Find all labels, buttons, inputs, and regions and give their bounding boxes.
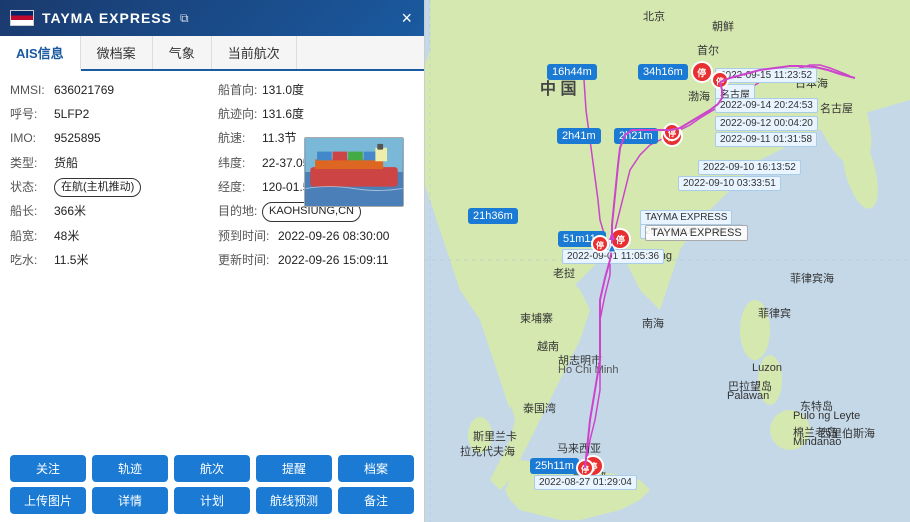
eta-value: 2022-09-26 08:30:00 <box>278 227 389 246</box>
event-1: 2022-09-15 11:23:52 <box>715 68 817 83</box>
cog-label: 航迹向: <box>218 105 262 124</box>
track-button[interactable]: 轨迹 <box>92 455 168 482</box>
lon-label: 经度: <box>218 178 262 197</box>
button-row-2: 上传图片 详情 计划 航线预测 备注 <box>10 487 414 514</box>
event-5: 2022-09-11 01:31:58 <box>715 132 817 147</box>
heading-value: 131.0度 <box>262 81 304 100</box>
event-7: 2022-09-10 03:33:51 <box>678 176 781 191</box>
button-area: 关注 轨迹 航次 提醒 档案 上传图片 详情 计划 航线预测 备注 <box>10 449 414 518</box>
type-value: 货船 <box>54 154 78 173</box>
info-left-col: MMSI: 636021769 呼号: 5LFP2 IMO: 9525895 类… <box>10 79 212 449</box>
imo-row: IMO: 9525895 <box>10 127 212 150</box>
lat-label: 纬度: <box>218 154 262 173</box>
ship-image <box>304 137 404 207</box>
note-button[interactable]: 备注 <box>338 487 414 514</box>
info-panel: TAYMA EXPRESS ⧉ × AIS信息 微档案 气象 当前航次 MMSI… <box>0 0 425 522</box>
event-4: 2022-09-12 00:04:20 <box>715 116 818 131</box>
event-tayma: TAYMA EXPRESS <box>640 210 732 225</box>
ais-content: MMSI: 636021769 呼号: 5LFP2 IMO: 9525895 类… <box>0 71 424 522</box>
length-value: 366米 <box>54 202 86 221</box>
info-grid: MMSI: 636021769 呼号: 5LFP2 IMO: 9525895 类… <box>10 79 414 449</box>
status-label: 状态: <box>10 178 54 197</box>
update-label: 更新时间: <box>218 251 278 270</box>
event-3: 2022-09-14 20:24:53 <box>715 98 818 113</box>
update-value: 2022-09-26 15:09:11 <box>278 251 389 270</box>
width-row: 船宽: 48米 <box>10 225 212 248</box>
panel-title: TAYMA EXPRESS <box>42 10 172 26</box>
event-singapore-date: 2022-08-27 01:29:04 <box>534 475 637 490</box>
speed-label: 航速: <box>218 129 262 148</box>
callsign-row: 呼号: 5LFP2 <box>10 103 212 126</box>
speed-value: 11.3节 <box>262 129 296 148</box>
eta-label: 预到时间: <box>218 227 278 246</box>
tabs-bar: AIS信息 微档案 气象 当前航次 <box>0 36 424 71</box>
archive-button[interactable]: 档案 <box>338 455 414 482</box>
draft-row: 吃水: 11.5米 <box>10 249 212 272</box>
imo-label: IMO: <box>10 129 54 148</box>
heading-label: 船首向: <box>218 81 262 100</box>
status-value: 在航(主机推动) <box>54 178 141 198</box>
type-label: 类型: <box>10 154 54 173</box>
tab-ais[interactable]: AIS信息 <box>0 36 81 71</box>
width-label: 船宽: <box>10 227 54 246</box>
event-6: 2022-09-10 16:13:52 <box>698 160 801 175</box>
mmsi-row: MMSI: 636021769 <box>10 79 212 102</box>
width-value: 48米 <box>54 227 79 246</box>
update-row: 更新时间: 2022-09-26 15:09:11 <box>218 249 414 272</box>
mmsi-value: 636021769 <box>54 81 114 100</box>
ship-ais-label: TAYMA EXPRESS <box>645 225 748 241</box>
close-button[interactable]: × <box>399 9 414 27</box>
flag-icon <box>10 10 34 26</box>
external-link-icon[interactable]: ⧉ <box>180 11 189 26</box>
event-hk-date: 2022-09-01 11:05:36 <box>562 249 664 264</box>
callsign-value: 5LFP2 <box>54 105 89 124</box>
follow-button[interactable]: 关注 <box>10 455 86 482</box>
eta-row: 预到时间: 2022-09-26 08:30:00 <box>218 225 414 248</box>
dest-label: 目的地: <box>218 202 262 221</box>
tab-profile[interactable]: 微档案 <box>81 36 153 69</box>
title-bar: TAYMA EXPRESS ⧉ × <box>0 0 424 36</box>
heading-row: 船首向: 131.0度 <box>218 79 414 102</box>
detail-button[interactable]: 详情 <box>92 487 168 514</box>
route-predict-button[interactable]: 航线预测 <box>256 487 332 514</box>
info-right-col: 船首向: 131.0度 航迹向: 131.6度 航速: 11.3节 纬度: 22… <box>212 79 414 449</box>
length-row: 船长: 366米 <box>10 200 212 223</box>
tab-weather[interactable]: 气象 <box>153 36 212 69</box>
remind-button[interactable]: 提醒 <box>256 455 332 482</box>
plan-button[interactable]: 计划 <box>174 487 250 514</box>
type-row: 类型: 货船 <box>10 152 212 175</box>
cog-value: 131.6度 <box>262 105 304 124</box>
callsign-label: 呼号: <box>10 105 54 124</box>
mmsi-label: MMSI: <box>10 81 54 100</box>
draft-label: 吃水: <box>10 251 54 270</box>
voyage-button[interactable]: 航次 <box>174 455 250 482</box>
imo-value: 9525895 <box>54 129 101 148</box>
length-label: 船长: <box>10 202 54 221</box>
draft-value: 11.5米 <box>54 251 88 270</box>
button-row-1: 关注 轨迹 航次 提醒 档案 <box>10 455 414 482</box>
upload-image-button[interactable]: 上传图片 <box>10 487 86 514</box>
cog-row: 航迹向: 131.6度 <box>218 103 414 126</box>
status-row: 状态: 在航(主机推动) <box>10 176 212 200</box>
tab-voyage[interactable]: 当前航次 <box>212 36 297 69</box>
